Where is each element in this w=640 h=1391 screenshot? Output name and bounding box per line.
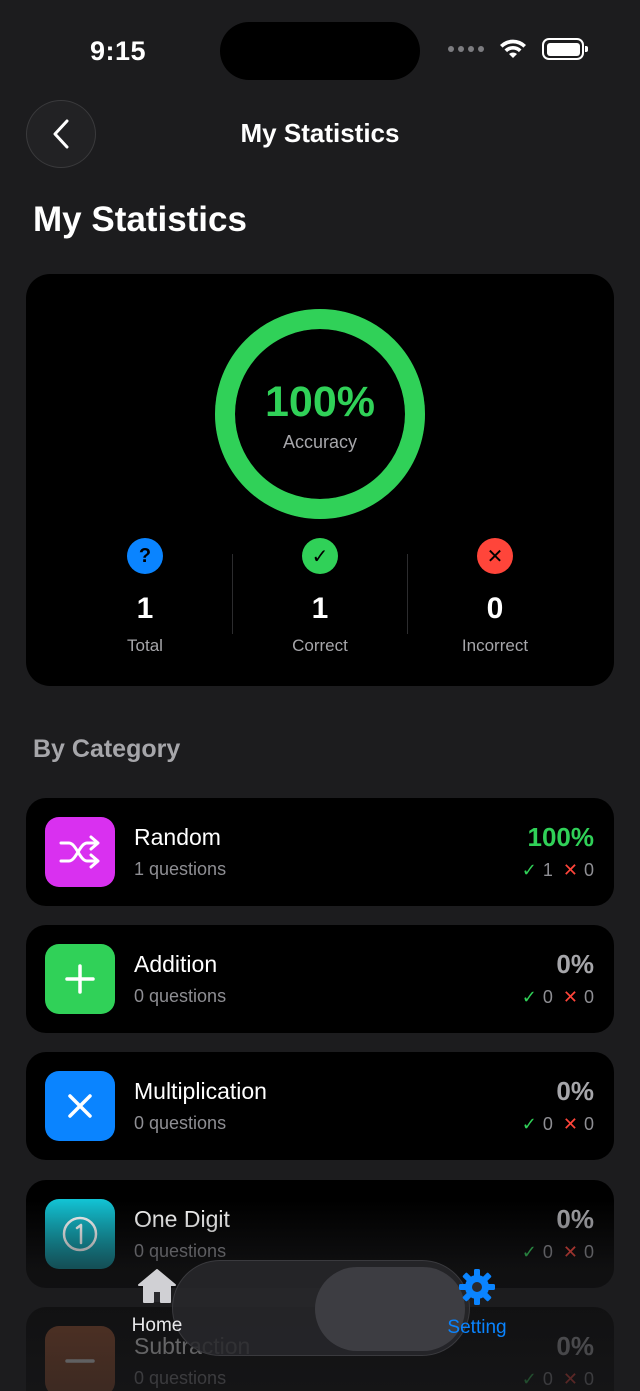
category-counts: ✓ 1 ✕ 0 [522, 860, 594, 881]
stat-correct-label: Correct [292, 636, 348, 655]
category-question-count: 0 questions [134, 1368, 227, 1388]
stat-incorrect: ✕ 0 Incorrect [407, 538, 583, 656]
multiply-icon [45, 1071, 115, 1141]
status-time: 9:15 [90, 36, 147, 66]
check-icon: ✓ [521, 987, 537, 1007]
category-correct-count: 0 [542, 1369, 553, 1389]
check-icon: ✓ [521, 1114, 537, 1134]
check-circle-icon: ✓ [302, 538, 338, 574]
house-icon [138, 1269, 176, 1303]
category-percentage: 100% [527, 822, 595, 852]
accuracy-label: Accuracy [282, 432, 358, 452]
status-bar: 9:15 [0, 0, 640, 100]
category-percentage: 0% [556, 1076, 594, 1106]
summary-card: 100% Accuracy ? 1 Total ✓ 1 Correct ✕ 0 … [26, 274, 614, 686]
category-correct-count: 0 [542, 987, 553, 1007]
x-icon: ✕ [562, 1114, 578, 1134]
plus-icon [45, 944, 115, 1014]
category-counts: ✓ 0 ✕ 0 [522, 987, 594, 1008]
category-incorrect-count: 0 [583, 1369, 594, 1389]
battery-icon [542, 38, 588, 60]
section-title-by-category: By Category [33, 735, 181, 763]
status-icons [448, 38, 588, 60]
category-percentage: 0% [556, 1331, 594, 1361]
category-percentage: 0% [556, 1204, 594, 1234]
category-counts: ✓ 0 ✕ 0 [522, 1369, 594, 1390]
category-card-random[interactable]: Random 1 questions 100% ✓ 1 ✕ 0 [26, 798, 614, 906]
category-incorrect-count: 0 [583, 1242, 594, 1262]
category-incorrect-count: 0 [583, 1114, 594, 1134]
tab-home-label: Home [131, 1315, 183, 1336]
check-icon: ✓ [521, 860, 537, 880]
x-icon: ✕ [562, 1369, 578, 1389]
x-icon: ✕ [562, 1242, 578, 1262]
one-circle-icon [45, 1199, 115, 1269]
category-incorrect-count: 0 [583, 860, 594, 880]
x-circle-icon: ✕ [477, 538, 513, 574]
tab-setting-label: Setting [447, 1317, 507, 1338]
stat-total-label: Total [127, 636, 163, 655]
stat-incorrect-label: Incorrect [461, 636, 529, 655]
category-percentage: 0% [556, 949, 594, 979]
category-name: One Digit [134, 1206, 230, 1232]
x-icon: ✕ [562, 987, 578, 1007]
page-title: My Statistics [33, 200, 247, 239]
category-incorrect-count: 0 [583, 987, 594, 1007]
category-name: Addition [134, 951, 218, 977]
category-name: Multiplication [134, 1078, 267, 1104]
cellular-signal-icon [448, 46, 484, 52]
category-question-count: 0 questions [134, 986, 227, 1006]
gear-icon [459, 1269, 495, 1305]
x-icon: ✕ [562, 860, 578, 880]
navigation-bar: My Statistics [0, 100, 640, 170]
stat-correct: ✓ 1 Correct [232, 538, 408, 656]
category-counts: ✓ 0 ✕ 0 [522, 1242, 594, 1263]
category-correct-count: 1 [542, 860, 553, 880]
nav-title: My Statistics [240, 118, 400, 148]
check-icon: ✓ [521, 1369, 537, 1389]
category-name: Random [134, 824, 221, 850]
stat-incorrect-value: 0 [486, 592, 504, 625]
tab-setting[interactable]: Setting [422, 1268, 532, 1339]
check-icon: ✓ [521, 1242, 537, 1262]
category-card-addition[interactable]: Addition 0 questions 0% ✓ 0 ✕ 0 [26, 925, 614, 1033]
shuffle-icon [45, 817, 115, 887]
category-correct-count: 0 [542, 1242, 553, 1262]
dynamic-island [220, 22, 420, 80]
category-correct-count: 0 [542, 1114, 553, 1134]
stat-correct-value: 1 [311, 592, 329, 625]
category-question-count: 0 questions [134, 1241, 227, 1261]
tab-home[interactable]: Home [102, 1268, 212, 1337]
stat-total-value: 1 [136, 592, 154, 625]
stat-total: ? 1 Total [57, 538, 233, 656]
wifi-icon [500, 39, 526, 58]
question-icon: ? [127, 538, 163, 574]
category-question-count: 0 questions [134, 1113, 227, 1133]
category-question-count: 1 questions [134, 859, 227, 879]
category-counts: ✓ 0 ✕ 0 [522, 1114, 594, 1135]
accuracy-value: 100% [265, 378, 375, 426]
category-card-multiplication[interactable]: Multiplication 0 questions 0% ✓ 0 ✕ 0 [26, 1052, 614, 1160]
